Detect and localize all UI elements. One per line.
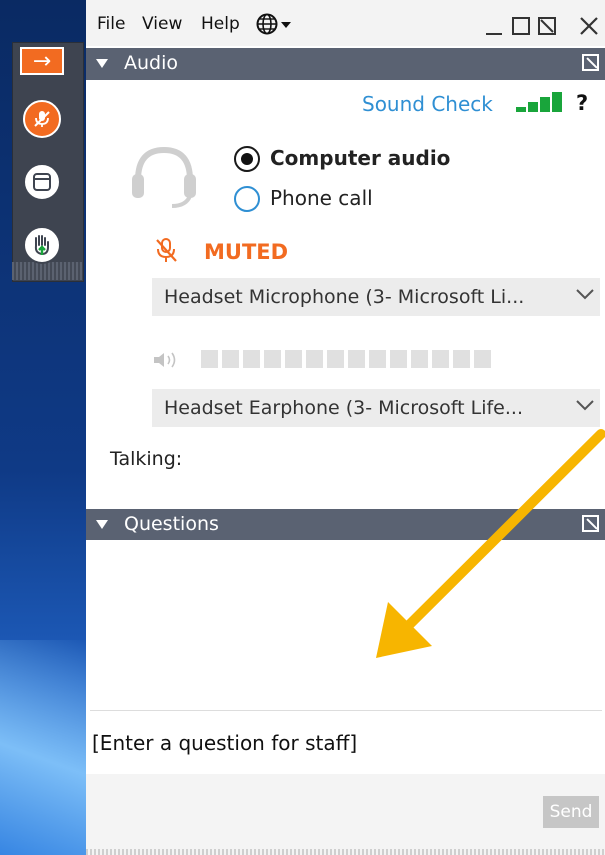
menu-file[interactable]: File [97,14,125,34]
questions-section-header[interactable]: Questions [86,509,605,541]
popout-icon[interactable] [582,515,599,532]
raise-hand-icon [34,235,49,256]
speaker-select-value: Headset Earphone (3- Microsoft Life... [164,397,523,419]
signal-strength-icon [516,92,562,112]
headset-icon [132,146,196,208]
panel-resize-grip[interactable] [86,849,605,855]
menu-bar: File View Help [86,0,605,46]
question-actions-bar [86,774,605,849]
control-strip-grip[interactable] [12,262,82,280]
menu-help[interactable]: Help [201,14,240,34]
close-icon[interactable] [578,15,600,37]
menu-view[interactable]: View [142,14,182,34]
raise-hand-button[interactable] [23,226,61,264]
speaker-icon [154,352,176,368]
microphone-muted-icon [34,111,50,127]
chevron-down-icon [576,400,594,411]
control-panel: File View Help Audio Sound Check ? Compu… [86,0,605,855]
questions-log [86,540,605,710]
audio-help-button[interactable]: ? [576,91,588,115]
phone-call-label: Phone call [270,186,373,210]
window-toggle-button[interactable] [23,163,61,201]
collapse-triangle-icon[interactable] [96,520,108,529]
window-icon [33,173,51,191]
mute-toggle-button[interactable] [23,100,61,138]
talking-label: Talking: [110,448,183,470]
computer-audio-label: Computer audio [270,146,451,170]
chevron-down-icon[interactable] [281,22,291,28]
audio-section-header[interactable]: Audio [86,48,605,80]
questions-section-title: Questions [124,513,219,535]
popout-icon[interactable] [537,16,557,36]
chevron-down-icon [576,289,594,300]
sound-check-link[interactable]: Sound Check [362,92,493,116]
popout-icon[interactable] [582,54,599,71]
microphone-muted-icon [156,238,177,262]
microphone-select-value: Headset Microphone (3- Microsoft Li... [164,286,525,308]
restore-icon[interactable] [511,16,531,36]
desktop-light-beam [0,640,90,855]
muted-status: MUTED [204,240,289,264]
audio-section-title: Audio [124,52,179,74]
speaker-select[interactable]: Headset Earphone (3- Microsoft Life... [152,389,600,427]
collapse-triangle-icon[interactable] [96,59,108,68]
collapse-panel-button[interactable]: → [20,47,64,75]
send-button[interactable]: Send [543,796,599,828]
phone-call-radio[interactable] [234,186,260,212]
computer-audio-radio[interactable] [234,146,260,172]
microphone-select[interactable]: Headset Microphone (3- Microsoft Li... [152,278,600,316]
question-input[interactable] [90,710,602,774]
minimize-icon[interactable] [484,16,504,36]
arrow-right-icon: → [32,49,52,74]
globe-icon[interactable] [256,13,278,35]
